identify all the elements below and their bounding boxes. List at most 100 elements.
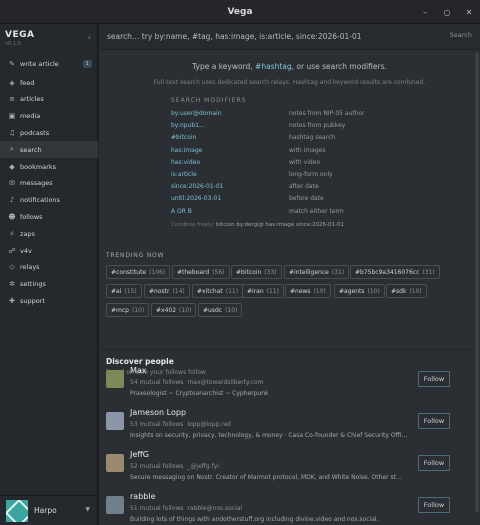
scrollbar-thumb[interactable] [475, 52, 479, 512]
sidebar-item-settings[interactable]: ✲ settings [0, 276, 98, 293]
modifier-row: A OR Bmatch either term [171, 208, 411, 220]
nip05-address: lopp@lopp.net [187, 421, 232, 428]
chip-count: (56) [212, 268, 225, 276]
brand: VEGA v0.1.0 [5, 30, 34, 47]
avatar[interactable] [106, 454, 124, 472]
notifications-icon: ♪ [9, 196, 15, 205]
chip-tag: #bitcoin [236, 268, 262, 276]
modifier-key[interactable]: is:article [171, 171, 289, 183]
sidebar-item-podcasts[interactable]: ♫ podcasts [0, 125, 98, 142]
modifier-key[interactable]: until:2026-03-01 [171, 195, 289, 207]
trending-chip[interactable]: #x402 (10) [151, 303, 197, 317]
trending-chip[interactable]: #usdc (10) [198, 303, 243, 317]
search-input[interactable] [107, 32, 427, 41]
sidebar-item-label: relays [20, 263, 40, 272]
sidebar-item-follows[interactable]: ☻ follows [0, 209, 98, 226]
chevron-down-icon[interactable]: ▼ [85, 506, 90, 513]
sidebar-item-v4v[interactable]: ☍ v4v [0, 242, 98, 259]
trending-chip[interactable]: #theboard (56) [172, 265, 230, 279]
person-meta: 53 mutual follows lopp@lopp.net [130, 421, 231, 428]
follow-button[interactable]: Follow [418, 497, 450, 513]
modifier-key[interactable]: has:image [171, 147, 289, 159]
modifier-key[interactable]: by:npub1... [171, 122, 289, 134]
search-hint: Type a keyword, #hashtag, or use search … [99, 62, 480, 71]
trending-chip[interactable]: #bitcoin (33) [231, 265, 282, 279]
chip-tag: #constitute [111, 268, 147, 276]
trending-chip[interactable]: #iran (11) [242, 284, 284, 298]
sidebar-nav: ✎ write article 1 ◈ feed ≡ articles ▣ media ♫ podc… [0, 56, 98, 309]
sidebar-item-relays[interactable]: ◇ relays [0, 259, 98, 276]
person-meta: 51 mutual follows rabble@nos.social [130, 505, 242, 512]
maximize-icon[interactable]: ○ [436, 8, 458, 17]
sidebar-item-zaps[interactable]: ⚡ zaps [0, 225, 98, 242]
sidebar-item-feed[interactable]: ◈ feed [0, 74, 98, 91]
chip-tag: #ai [111, 287, 122, 295]
trending-chip[interactable]: #intelligence (31) [284, 265, 350, 279]
chip-tag: #x402 [156, 306, 177, 314]
trending-chip[interactable]: #constitute (106) [106, 265, 171, 279]
combine-example: Combine freely: bitcoin by:dergigi has:i… [171, 222, 344, 228]
sidebar-item-label: write article [20, 60, 59, 69]
chip-tag: #b75bc9a3416076cc [355, 268, 420, 276]
window-title: Vega [227, 6, 253, 17]
sidebar-item-write-article[interactable]: ✎ write article 1 [0, 56, 98, 73]
trending-chip[interactable]: #agents (10) [334, 284, 385, 298]
person-name[interactable]: rabble [130, 492, 156, 501]
user-menu[interactable]: Harpo ▼ [0, 495, 98, 525]
search-button[interactable]: Search [450, 31, 472, 39]
modifier-key[interactable]: A OR B [171, 208, 289, 220]
mutual-follows: 51 mutual follows [130, 505, 184, 512]
sidebar-item-label: notifications [20, 196, 60, 205]
chip-count: (15) [124, 287, 137, 295]
user-name: Harpo [34, 506, 57, 515]
trending-chip[interactable]: #xitchat (11) [192, 284, 244, 298]
sidebar-item-notifications[interactable]: ♪ notifications [0, 192, 98, 209]
modifier-row: has:video with video [171, 159, 411, 171]
follow-button[interactable]: Follow [418, 371, 450, 387]
close-icon[interactable]: ✕ [458, 8, 480, 17]
sidebar-item-label: feed [20, 78, 35, 87]
sidebar-item-messages[interactable]: ✉ messages [0, 175, 98, 192]
draft-count-badge: 1 [82, 60, 92, 68]
app-version: v0.1.0 [5, 41, 21, 47]
search-bar: Search [99, 24, 480, 50]
avatar[interactable] [106, 370, 124, 388]
sidebar-item-articles[interactable]: ≡ articles [0, 91, 98, 108]
person-name[interactable]: Max [130, 366, 147, 375]
chip-count: (106) [149, 268, 166, 276]
hint-hashtag: #hashtag [255, 62, 292, 71]
collapse-sidebar-icon[interactable]: ‹ [88, 33, 91, 42]
follow-button[interactable]: Follow [418, 413, 450, 429]
settings-icon: ✲ [9, 280, 15, 289]
trending-chip[interactable]: #nostr (14) [144, 284, 190, 298]
trending-chip[interactable]: #ai (15) [106, 284, 142, 298]
modifier-key[interactable]: has:video [171, 159, 289, 171]
modifier-key[interactable]: #bitcoin [171, 134, 289, 146]
chip-count: (10) [313, 287, 326, 295]
sidebar-item-search[interactable]: ⌕ search [0, 141, 98, 159]
minimize-icon[interactable]: – [414, 8, 436, 17]
avatar[interactable] [106, 412, 124, 430]
sidebar-item-support[interactable]: ✚ support [0, 293, 98, 310]
trending-chip[interactable]: #mcp (10) [106, 303, 150, 317]
trending-chip[interactable]: #sdk (10) [386, 284, 427, 298]
sidebar-item-media[interactable]: ▣ media [0, 108, 98, 125]
modifier-key[interactable]: by:user@domain [171, 110, 289, 122]
sidebar-item-label: messages [20, 179, 53, 188]
modifier-key[interactable]: since:2026-01-01 [171, 183, 289, 195]
sidebar-item-bookmarks[interactable]: ◆ bookmarks [0, 158, 98, 175]
modifier-desc: notes from NIP-05 author [289, 110, 365, 117]
person-name[interactable]: JeffG [130, 450, 149, 459]
nip05-address: max@towardsliberty.com [187, 379, 264, 386]
trending-chip[interactable]: #news (10) [285, 284, 331, 298]
follow-button[interactable]: Follow [418, 455, 450, 471]
trending-chip[interactable]: #b75bc9a3416076cc (31) [350, 265, 440, 279]
person-name[interactable]: Jameson Lopp [130, 408, 186, 417]
combine-query: bitcoin by:dergigi has:image since:2026-… [216, 222, 344, 228]
modifier-row: by:npub1... notes from pubkey [171, 122, 411, 134]
sidebar-item-label: follows [20, 213, 43, 222]
modifier-desc: after date [289, 183, 319, 191]
avatar[interactable] [106, 496, 124, 514]
chip-tag: #usdc [203, 306, 223, 314]
scrollbar[interactable] [475, 52, 479, 522]
